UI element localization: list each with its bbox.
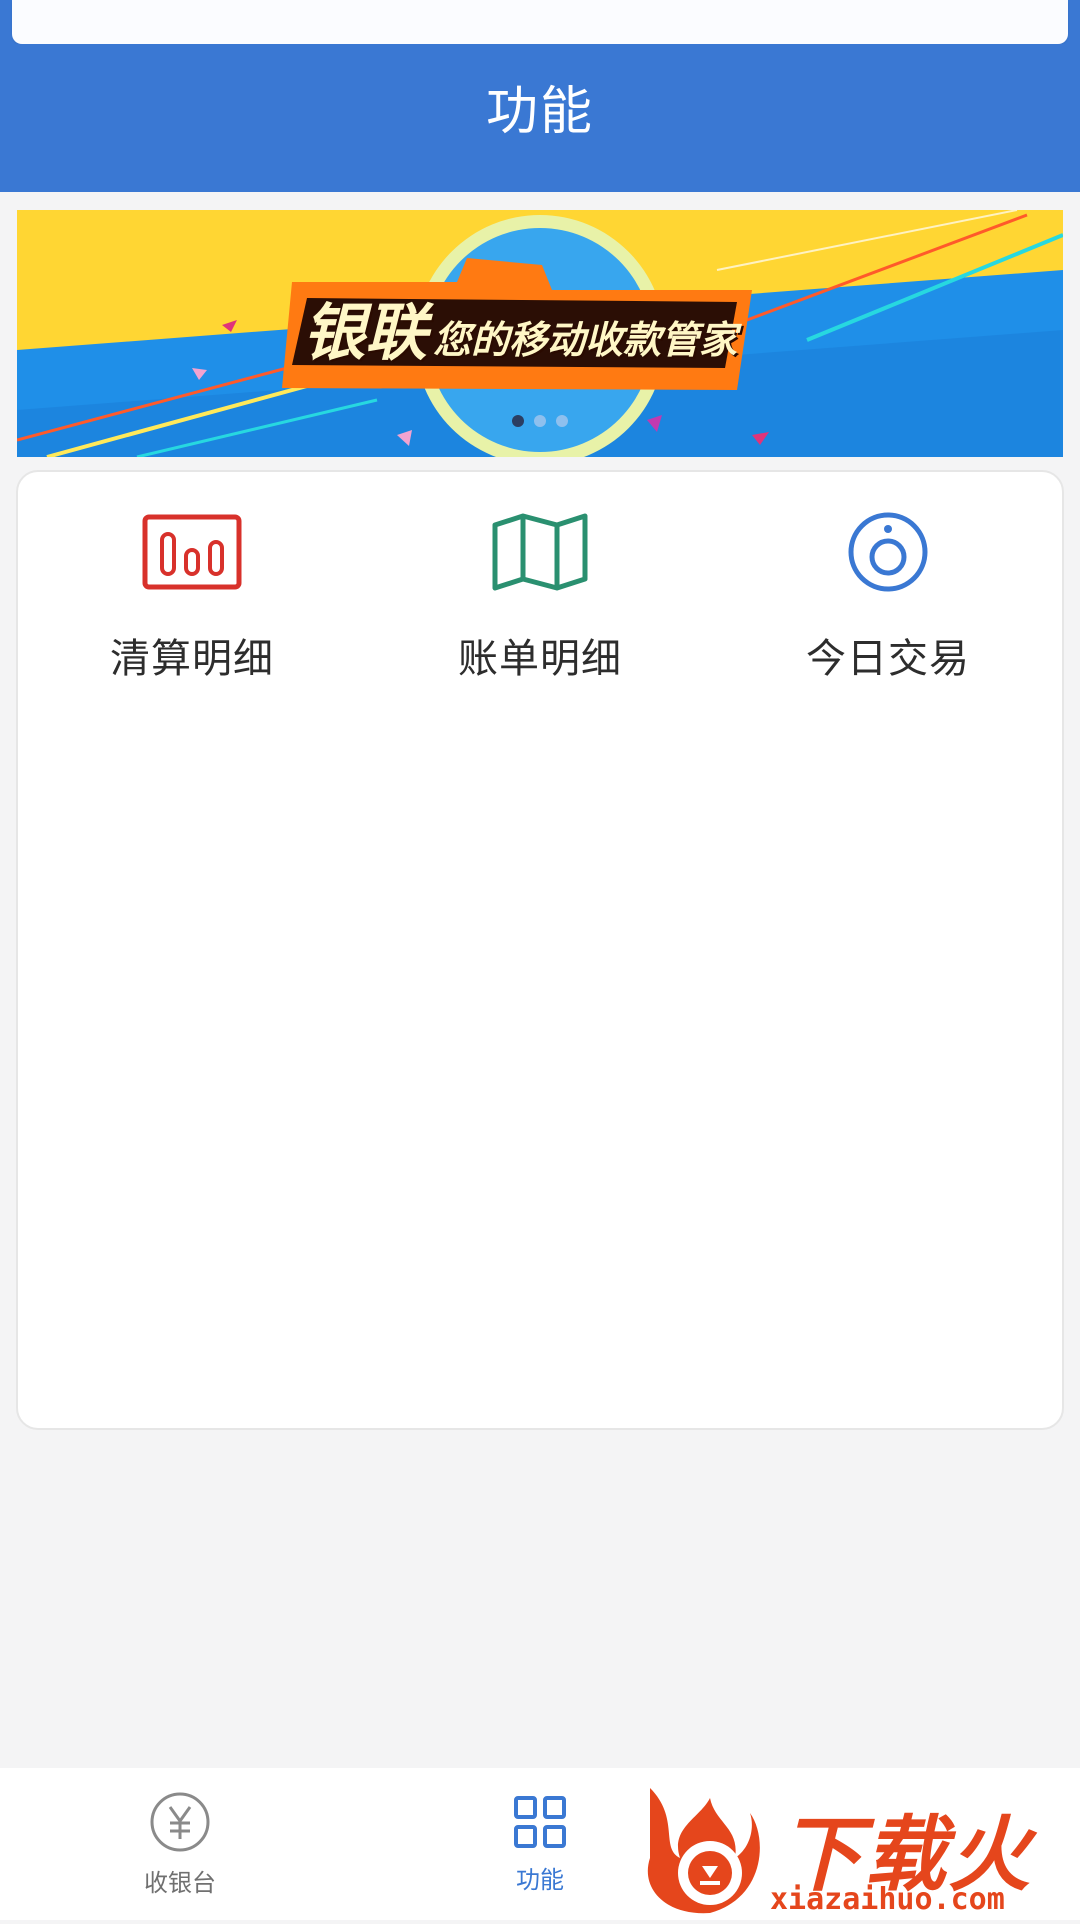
function-label: 今日交易: [806, 636, 970, 682]
target-icon: [838, 512, 938, 592]
map-icon: [490, 512, 590, 592]
tab-label: 收银台: [144, 1868, 216, 1897]
watermark-en: xiazaihuo.com: [770, 1882, 1005, 1917]
function-label: 账单明细: [458, 636, 622, 682]
carousel-indicator: [17, 415, 1063, 427]
tab-label: 功能: [516, 1865, 564, 1894]
function-today-transactions[interactable]: 今日交易: [714, 512, 1062, 684]
function-grid: 清算明细 账单明细 今日交易: [18, 512, 1062, 684]
page-title: 功能: [485, 81, 594, 142]
yen-icon: [150, 1792, 210, 1851]
tab-cashier[interactable]: 收银台: [60, 1768, 300, 1920]
grid-icon: [514, 1795, 566, 1848]
carousel-dot[interactable]: [556, 415, 568, 427]
bar-chart-icon: [142, 512, 242, 592]
carousel-dot[interactable]: [512, 415, 524, 427]
status-bar-overlay: [12, 0, 1068, 44]
function-label: 清算明细: [110, 636, 274, 682]
carousel-dot[interactable]: [534, 415, 546, 427]
function-settlement-detail[interactable]: 清算明细: [18, 512, 366, 684]
tab-functions[interactable]: 功能: [420, 1768, 660, 1920]
function-card: 清算明细 账单明细 今日交易: [16, 470, 1064, 1430]
status-bar: [0, 0, 1080, 44]
banner-slogan: 您的移动收款管家: [433, 318, 738, 362]
flame-logo-icon: [647, 1788, 760, 1914]
app-header: 功能: [0, 44, 1080, 192]
banner-brand: 银联: [303, 296, 428, 369]
promo-banner[interactable]: 银联 您的移动收款管家: [17, 210, 1063, 457]
function-bill-detail[interactable]: 账单明细: [366, 512, 714, 684]
watermark-logo: 下载火 xiazaihuo.com: [640, 1778, 1080, 1920]
banner-headline: 银联 您的移动收款管家: [303, 292, 737, 372]
